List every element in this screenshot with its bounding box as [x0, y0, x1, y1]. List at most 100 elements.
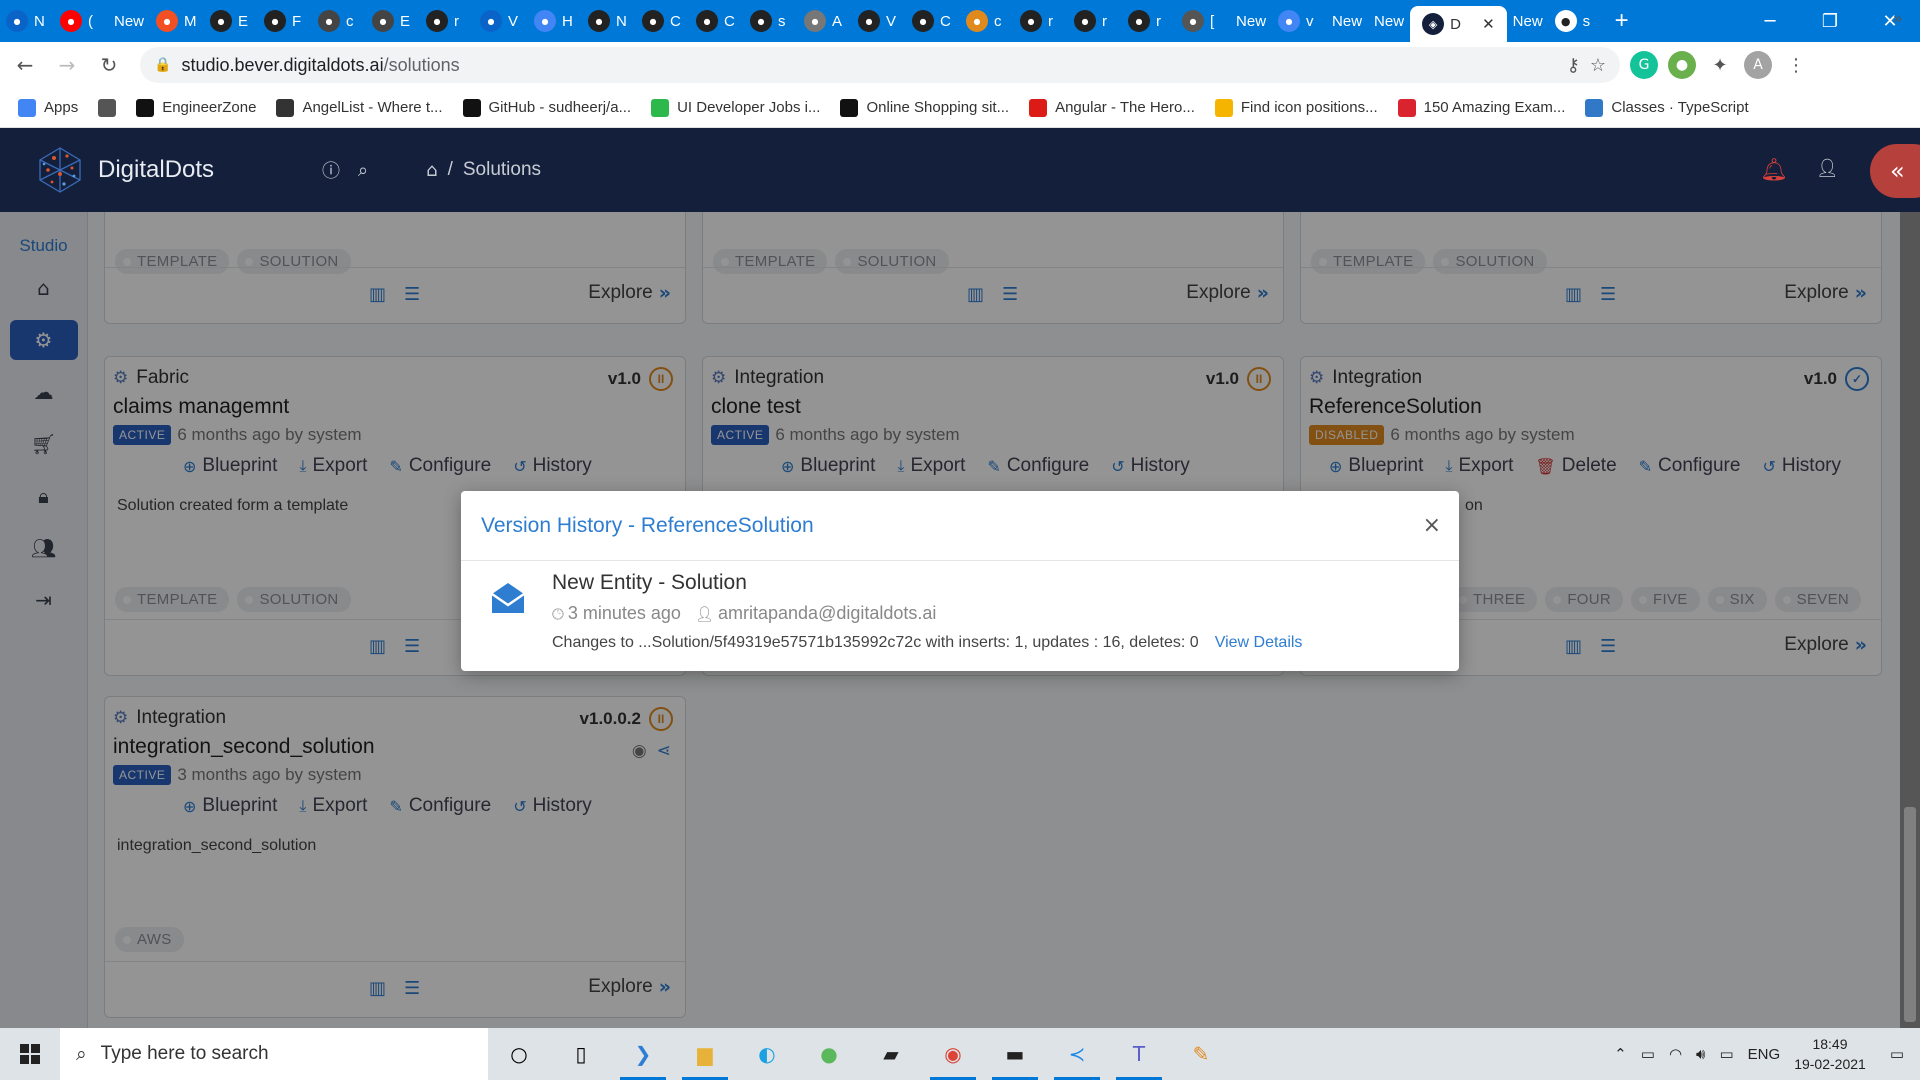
tab-title: N	[34, 12, 45, 30]
browser-tab[interactable]: ● N	[582, 0, 636, 42]
bookmark-item[interactable]	[98, 98, 117, 117]
browser-tab[interactable]: ● E	[204, 0, 258, 42]
browser-tab[interactable]: New	[1368, 0, 1410, 42]
globe-icon	[98, 98, 117, 117]
frog-extension-icon[interactable]: ●	[1668, 51, 1696, 79]
bookmark-item[interactable]: AngelList - Where t...	[276, 98, 443, 117]
terminal-icon[interactable]: ▬	[984, 1028, 1046, 1080]
bookmark-item[interactable]: Classes · TypeScript	[1585, 98, 1749, 117]
view-details-link[interactable]: View Details	[1215, 634, 1303, 651]
battery-icon[interactable]: ▭	[1719, 1045, 1733, 1063]
url-bar[interactable]: 🔒 studio.bever.digitaldots.ai/solutions …	[140, 47, 1620, 83]
taskbar-search-box[interactable]: ⌕ Type here to search	[60, 1028, 488, 1080]
scrollbar-thumb[interactable]	[1904, 807, 1916, 1022]
lock-icon[interactable]: 🔒	[154, 57, 171, 73]
sourcetree-icon[interactable]: ●	[798, 1028, 860, 1080]
profile-avatar[interactable]: A	[1744, 51, 1772, 79]
bookmark-item[interactable]: Find icon positions...	[1214, 98, 1378, 117]
edge-icon[interactable]: ◐	[736, 1028, 798, 1080]
bookmark-star-icon[interactable]: ☆	[1590, 55, 1606, 76]
bookmark-item[interactable]: Apps	[18, 98, 78, 117]
tab-title: E	[238, 12, 249, 30]
notification-bell-icon[interactable]: 🔔︎	[1760, 158, 1788, 183]
browser-tab[interactable]: ● A	[798, 0, 852, 42]
browser-tab[interactable]: ● c	[312, 0, 366, 42]
browser-tab[interactable]: ● r	[1068, 0, 1122, 42]
bookmark-item[interactable]: Angular - The Hero...	[1029, 98, 1195, 117]
browser-tab[interactable]: New	[108, 0, 150, 42]
vscode-icon[interactable]: ≺	[1046, 1028, 1108, 1080]
notification-center-icon[interactable]: ▭	[1890, 1045, 1904, 1063]
sticky-notes-icon[interactable]: ▰	[860, 1028, 922, 1080]
browser-tab[interactable]: New	[1230, 0, 1272, 42]
browser-tab[interactable]: ●[	[1176, 0, 1230, 42]
browser-tab-strip: ● N ●(New ● M ● E ● F ● c ● E ● r ● V ● H ● N ● C ● C ● s ● A ● V ● C ● c ●…	[0, 0, 1920, 42]
bookmark-item[interactable]: 150 Amazing Exam...	[1397, 98, 1565, 117]
browser-tab-active[interactable]: ◈ D ✕	[1410, 6, 1507, 42]
collapse-panel-button[interactable]: «	[1870, 144, 1920, 198]
file-explorer-icon[interactable]: ▆	[674, 1028, 736, 1080]
browser-tab[interactable]: ● s	[744, 0, 798, 42]
browser-tab[interactable]: ●(	[54, 0, 108, 42]
browser-tab[interactable]: ● C	[636, 0, 690, 42]
close-window-button[interactable]: ✕	[1860, 0, 1920, 42]
close-icon[interactable]: ×	[1423, 513, 1441, 538]
network-icon[interactable]: ◠	[1669, 1045, 1682, 1063]
bookmark-item[interactable]: Online Shopping sit...	[840, 98, 1009, 117]
browser-tab[interactable]: New	[1326, 0, 1368, 42]
browser-tab[interactable]: ● s	[1549, 0, 1603, 42]
browser-tab[interactable]: ● r	[1014, 0, 1068, 42]
paint-icon[interactable]: ✎	[1170, 1028, 1232, 1080]
browser-tab[interactable]: New	[1507, 0, 1549, 42]
browser-tab[interactable]: ● F	[258, 0, 312, 42]
back-button[interactable]: ←	[8, 48, 42, 82]
browser-tab[interactable]: ● V	[852, 0, 906, 42]
info-icon[interactable]: ⓘ	[322, 157, 340, 183]
restore-button[interactable]: ❐	[1800, 0, 1860, 42]
new-tab-button[interactable]: +	[1603, 7, 1641, 35]
cortana-icon[interactable]: ○	[488, 1028, 550, 1080]
browser-tab[interactable]: ● V	[474, 0, 528, 42]
browser-tab[interactable]: ● N	[0, 0, 54, 42]
github-icon: ●	[1554, 10, 1577, 32]
reload-button[interactable]: ↻	[92, 48, 126, 82]
bookmarks-overflow-button[interactable]: »	[1893, 10, 1902, 28]
chrome-menu-icon[interactable]: ⋮	[1782, 51, 1810, 79]
browser-tab[interactable]: ● H	[528, 0, 582, 42]
browser-tab[interactable]: ● c	[960, 0, 1014, 42]
powershell-icon[interactable]: ❯	[612, 1028, 674, 1080]
browser-tab[interactable]: ● E	[366, 0, 420, 42]
extensions-puzzle-icon[interactable]: ✦	[1706, 51, 1734, 79]
clock-time: 18:49	[1812, 1036, 1848, 1052]
chevron-up-icon[interactable]: ⌃	[1614, 1045, 1627, 1063]
volume-icon[interactable]: 🔊︎	[1696, 1045, 1705, 1063]
forward-button[interactable]: →	[50, 48, 84, 82]
home-icon[interactable]: ⌂	[426, 160, 437, 181]
clock[interactable]: 18:49 19-02-2021	[1794, 1034, 1866, 1074]
browser-tab[interactable]: ● r	[420, 0, 474, 42]
breadcrumb-separator: /	[447, 159, 453, 180]
search-icon[interactable]: ⌕	[358, 160, 368, 181]
page-scrollbar[interactable]	[1900, 212, 1920, 1028]
bookmark-item[interactable]: UI Developer Jobs i...	[651, 98, 820, 117]
brand-logo[interactable]: DigitalDots	[34, 144, 214, 196]
browser-tab[interactable]: ● v	[1272, 0, 1326, 42]
globe-icon: ●	[804, 10, 827, 32]
grammarly-extension-icon[interactable]: G	[1630, 51, 1658, 79]
task-view-icon[interactable]: ▯	[550, 1028, 612, 1080]
user-icon[interactable]: 👤︎	[1816, 158, 1839, 179]
key-icon[interactable]: ⚷	[1567, 55, 1580, 76]
device-icon[interactable]: ▭	[1641, 1045, 1655, 1063]
browser-tab[interactable]: ● r	[1122, 0, 1176, 42]
close-tab-icon[interactable]: ✕	[1482, 15, 1495, 33]
start-button[interactable]	[0, 1044, 60, 1064]
teams-icon[interactable]: T	[1108, 1028, 1170, 1080]
bookmark-item[interactable]: GitHub - sudheerj/a...	[462, 98, 631, 117]
browser-tab[interactable]: ● C	[690, 0, 744, 42]
chrome-icon[interactable]: ◉	[922, 1028, 984, 1080]
browser-tab[interactable]: ● C	[906, 0, 960, 42]
language-indicator[interactable]: ENG	[1748, 1046, 1781, 1063]
minimize-button[interactable]: ─	[1740, 0, 1800, 42]
browser-tab[interactable]: ● M	[150, 0, 204, 42]
bookmark-item[interactable]: EngineerZone	[136, 98, 256, 117]
